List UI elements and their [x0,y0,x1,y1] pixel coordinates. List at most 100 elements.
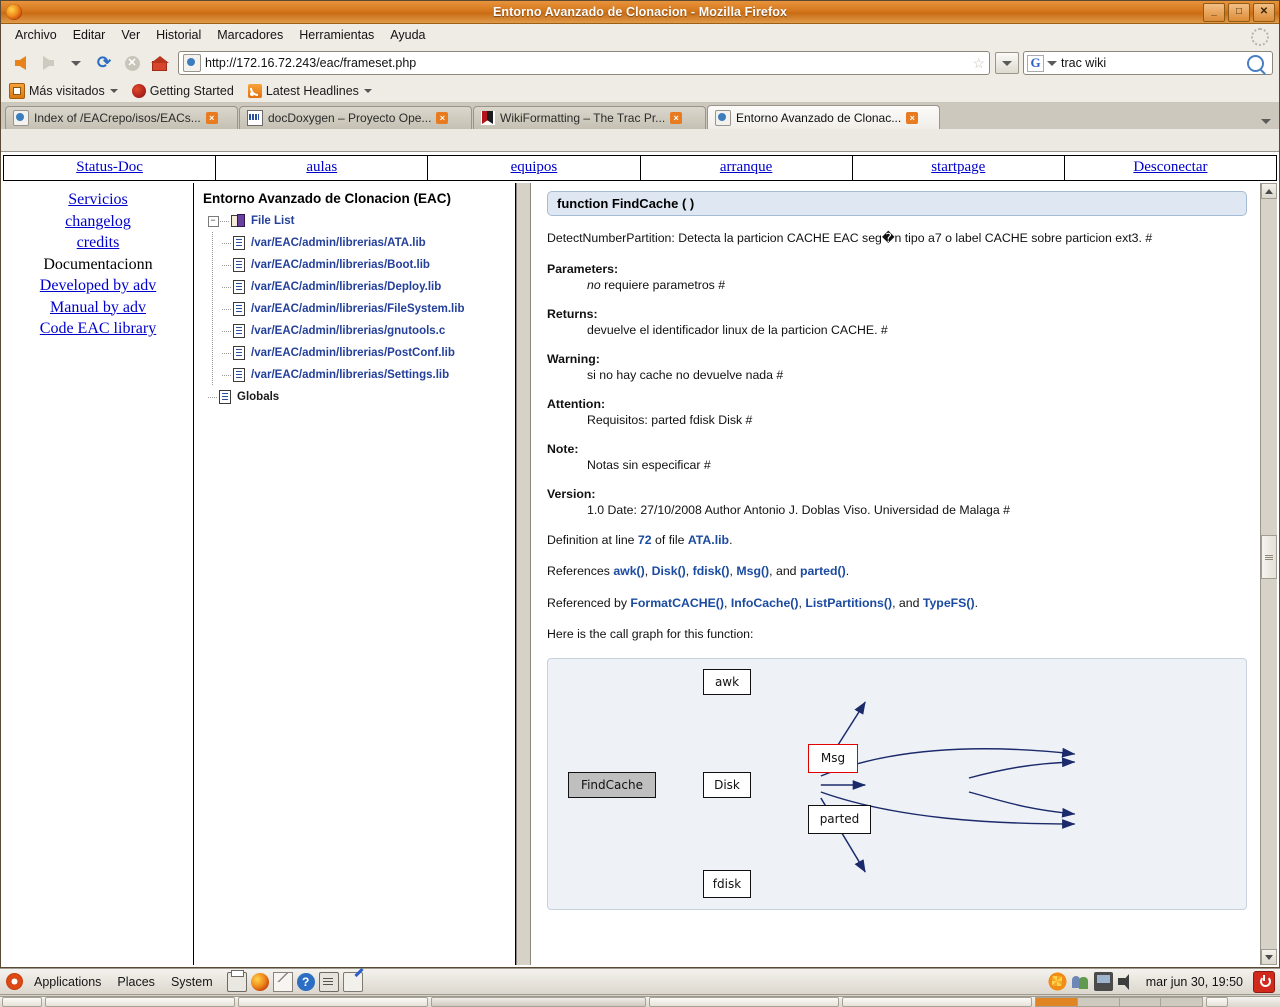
nav-link-equipos[interactable]: equipos [511,159,558,175]
menu-ver[interactable]: Ver [113,26,148,44]
workspace-switcher[interactable] [1035,997,1203,1007]
url-dropdown-button[interactable] [995,52,1019,74]
reload-button[interactable]: ⟳ [91,51,117,75]
definition-line-number[interactable]: 72 [638,533,652,547]
tab-index-eacrepo[interactable]: Index of /EACrepo/isos/EACs... × [5,106,238,129]
power-icon[interactable] [1253,970,1275,993]
reference-link-awk[interactable]: awk() [613,564,644,578]
stop-button[interactable]: ✕ [119,51,145,75]
close-button[interactable]: ✕ [1253,3,1275,22]
search-input[interactable]: trac wiki [1061,56,1247,70]
menu-archivo[interactable]: Archivo [7,26,65,44]
graph-node-findcache[interactable]: FindCache [568,771,656,798]
tree-item-boot[interactable]: /var/EAC/admin/librerias/Boot.lib [200,254,515,276]
panel-menu-system[interactable]: System [163,975,221,989]
tree-item-label[interactable]: Globals [237,391,279,403]
menu-marcadores[interactable]: Marcadores [209,26,291,44]
left-link-manual-by-adv[interactable]: Manual by adv [3,297,193,319]
left-link-code-eac-library[interactable]: Code EAC library [3,318,193,340]
bookmark-mas-visitados[interactable]: Más visitados [9,83,118,99]
graph-node-fdisk[interactable]: fdisk [703,869,751,898]
url-input[interactable]: http://172.16.72.243/eac/frameset.php [205,56,968,70]
left-link-developed-by-adv[interactable]: Developed by adv [3,275,193,297]
tree-node-file-list[interactable]: − File List [200,210,515,232]
window-list-item[interactable] [649,997,839,1007]
left-link-servicios[interactable]: Servicios [3,189,193,211]
nav-cell-aulas[interactable]: aulas [216,156,429,180]
terminal-icon[interactable] [318,971,339,992]
window-list-item[interactable] [238,997,428,1007]
close-icon[interactable]: × [906,111,919,124]
tree-item-gnutools[interactable]: /var/EAC/admin/librerias/gnutools.c [200,320,515,342]
volume-icon[interactable] [1117,972,1136,991]
scroll-down-button[interactable] [1261,949,1277,965]
referenced-by-link-infocache[interactable]: InfoCache() [731,596,799,610]
clock[interactable]: mar jun 30, 19:50 [1140,975,1249,989]
graph-node-msg[interactable]: Msg [808,743,858,773]
bookmark-getting-started[interactable]: Getting Started [131,84,234,98]
search-bar[interactable]: G trac wiki [1023,51,1273,75]
window-list-item-active[interactable] [431,997,646,1007]
referenced-by-link-formatcache[interactable]: FormatCACHE() [630,596,724,610]
minus-icon[interactable]: − [207,215,219,227]
referenced-by-link-listpartitions[interactable]: ListPartitions() [805,596,892,610]
workspace-3[interactable] [1119,998,1162,1006]
left-link-changelog[interactable]: changelog [3,211,193,233]
doc-frame-scrollbar[interactable] [1260,183,1277,965]
tree-item-label[interactable]: /var/EAC/admin/librerias/PostConf.lib [251,347,455,359]
tree-item-globals[interactable]: Globals [200,386,515,408]
tree-item-filesystem[interactable]: /var/EAC/admin/librerias/FileSystem.lib [200,298,515,320]
printer-icon[interactable] [226,969,247,992]
tab-docdoxygen[interactable]: docDoxygen – Proyecto Ope... × [239,106,472,129]
home-button[interactable] [147,51,173,75]
back-button[interactable] [7,51,33,75]
scroll-up-button[interactable] [1261,183,1277,199]
graph-node-disk[interactable]: Disk [703,771,751,798]
network-icon[interactable] [1093,972,1113,991]
window-list-item[interactable] [842,997,1032,1007]
nav-cell-status-doc[interactable]: Status-Doc [4,156,217,180]
nav-link-desconectar[interactable]: Desconectar [1133,159,1207,175]
search-engine-chevron-icon[interactable] [1047,60,1057,66]
nav-link-arranque[interactable]: arranque [720,159,772,175]
maximize-button[interactable]: □ [1228,3,1250,22]
nav-link-status-doc[interactable]: Status-Doc [76,159,143,175]
menu-historial[interactable]: Historial [148,26,209,44]
firefox-icon[interactable] [250,972,269,991]
forward-button[interactable] [35,51,61,75]
definition-file-link[interactable]: ATA.lib [688,533,729,547]
nav-cell-startpage[interactable]: startpage [853,156,1065,180]
panel-menu-applications[interactable]: Applications [26,975,109,989]
google-icon[interactable]: G [1027,54,1044,72]
bookmark-star-icon[interactable]: ☆ [968,55,989,72]
menu-editar[interactable]: Editar [65,26,114,44]
nav-cell-desconectar[interactable]: Desconectar [1065,156,1276,180]
show-desktop-button[interactable] [2,997,42,1007]
tree-item-settings[interactable]: /var/EAC/admin/librerias/Settings.lib [200,364,515,386]
panel-menu-places[interactable]: Places [109,975,163,989]
tab-wikiformatting[interactable]: WikiFormatting – The Trac Pr... × [473,106,706,129]
graph-node-parted[interactable]: parted [808,804,871,834]
tree-item-deploy[interactable]: /var/EAC/admin/librerias/Deploy.lib [200,276,515,298]
ubuntu-icon[interactable] [6,973,23,990]
reference-link-fdisk[interactable]: fdisk() [693,564,730,578]
left-link-credits[interactable]: credits [3,232,193,254]
nav-cell-equipos[interactable]: equipos [428,156,641,180]
close-icon[interactable]: × [205,112,218,124]
tree-item-ata[interactable]: /var/EAC/admin/librerias/ATA.lib [200,232,515,254]
trash-button[interactable] [1206,997,1228,1007]
tree-expander[interactable]: − [206,215,220,227]
update-manager-icon[interactable] [1047,972,1067,991]
close-icon[interactable]: × [436,112,449,124]
tree-item-label[interactable]: /var/EAC/admin/librerias/gnutools.c [251,325,445,337]
history-dropdown-button[interactable] [63,51,89,75]
menu-herramientas[interactable]: Herramientas [291,26,382,44]
tree-item-label[interactable]: /var/EAC/admin/librerias/FileSystem.lib [251,303,464,315]
help-icon[interactable]: ? [296,972,315,991]
nav-link-aulas[interactable]: aulas [306,159,337,175]
reference-link-parted[interactable]: parted() [800,564,846,578]
bookmark-latest-headlines[interactable]: Latest Headlines [247,84,372,98]
tree-item-label[interactable]: /var/EAC/admin/librerias/ATA.lib [251,237,426,249]
referenced-by-link-typefs[interactable]: TypeFS() [923,596,975,610]
text-editor-icon[interactable] [342,971,363,992]
